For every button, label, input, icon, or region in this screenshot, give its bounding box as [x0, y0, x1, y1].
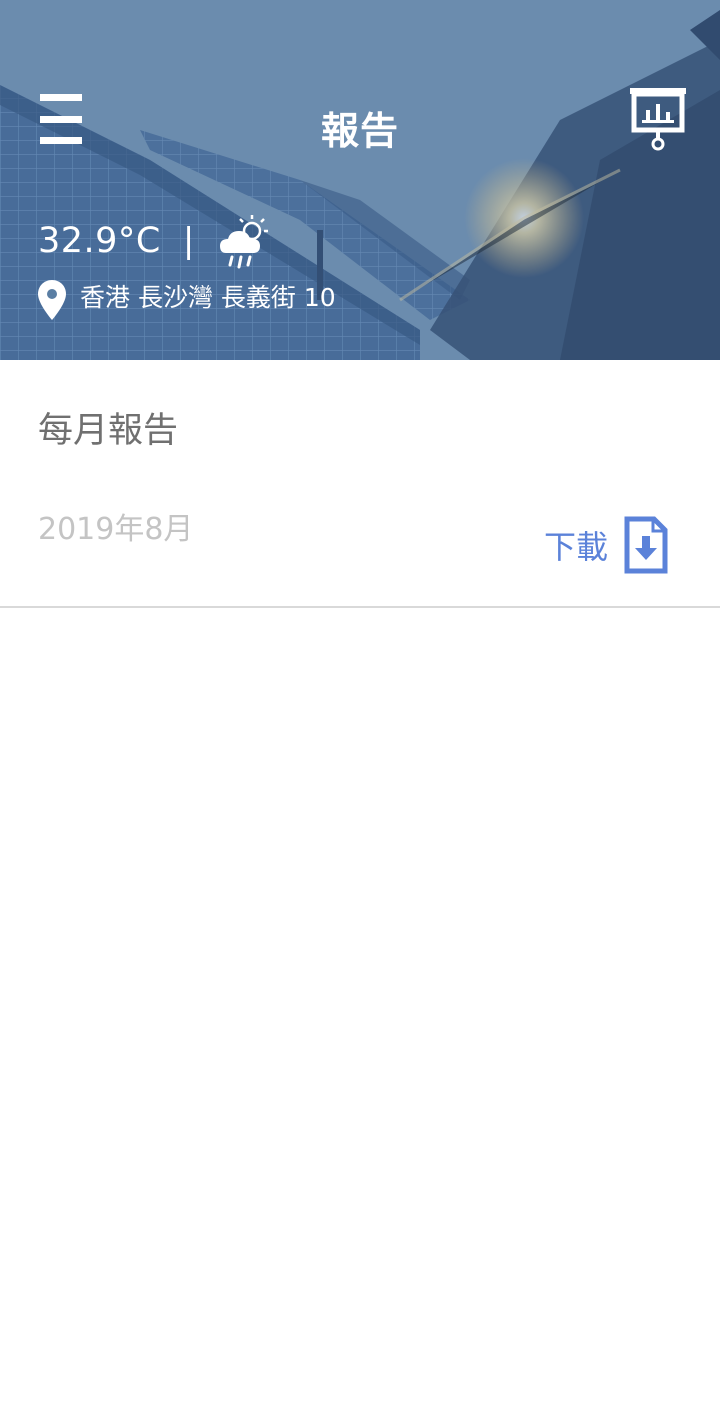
- location-row: 香港 長沙灣 長義街 10: [38, 272, 336, 320]
- weather-row: 32.9°C |: [38, 215, 274, 269]
- separator: |: [182, 221, 195, 261]
- page-title: 報告: [320, 109, 399, 153]
- presentation-chart-icon[interactable]: [626, 84, 690, 154]
- address-text: 香港 長沙灣 長義街 10: [80, 283, 336, 312]
- temperature: 32.9°C: [38, 221, 161, 261]
- header-banner: 報告 32.9°C | 香港 長沙灣 長義街 10: [0, 0, 720, 360]
- file-download-icon: [624, 516, 668, 574]
- map-pin-icon: [38, 280, 66, 320]
- monthly-report-card: 每月報告 2019年8月 下載: [0, 360, 720, 608]
- download-label: 下載: [544, 528, 609, 566]
- report-date: 2019年8月: [38, 512, 194, 547]
- cloud-rain-sun-icon: [220, 215, 269, 269]
- download-button[interactable]: 下載: [544, 516, 668, 574]
- section-title: 每月報告: [38, 411, 179, 451]
